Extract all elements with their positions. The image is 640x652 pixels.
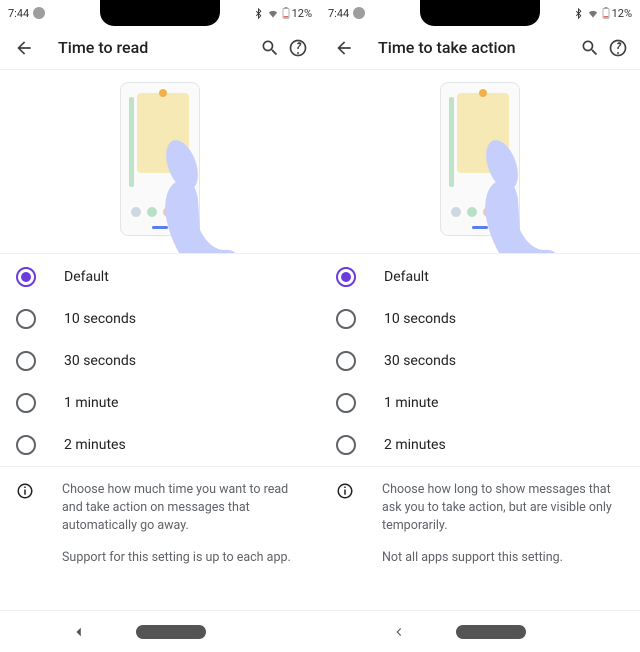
bluetooth-icon [573, 8, 584, 19]
option-default[interactable]: Default [320, 256, 640, 298]
info-desc: Choose how long to show messages that as… [382, 481, 624, 535]
option-10s[interactable]: 10 seconds [320, 298, 640, 340]
hand-icon [150, 130, 300, 254]
hand-icon [470, 130, 620, 254]
info-block: Choose how long to show messages that as… [320, 467, 640, 568]
app-bar: Time to take action [320, 26, 640, 70]
back-button[interactable] [330, 34, 358, 62]
radio-icon [336, 435, 356, 455]
info-sub: Not all apps support this setting. [382, 549, 624, 567]
option-label: 1 minute [64, 395, 118, 411]
help-icon [288, 38, 308, 58]
radio-icon [336, 309, 356, 329]
status-bar: 7:44 12% [0, 0, 320, 26]
info-sub: Support for this setting is up to each a… [62, 549, 304, 567]
system-nav-bar [320, 610, 640, 652]
option-label: 10 seconds [384, 311, 456, 327]
option-label: 30 seconds [64, 353, 136, 369]
nav-home-pill[interactable] [136, 625, 206, 639]
option-label: Default [64, 269, 109, 285]
radio-icon [336, 351, 356, 371]
battery-percent: 12% [612, 7, 632, 20]
search-icon [580, 38, 600, 58]
display-notch [420, 0, 540, 26]
option-2m[interactable]: 2 minutes [320, 424, 640, 466]
page-title: Time to read [58, 38, 256, 57]
search-button[interactable] [256, 34, 284, 62]
radio-icon [16, 351, 36, 371]
back-button[interactable] [10, 34, 38, 62]
status-clock: 7:44 [328, 7, 349, 20]
nav-home-pill[interactable] [456, 625, 526, 639]
options-list: Default 10 seconds 30 seconds 1 minute 2… [320, 254, 640, 467]
radio-icon [16, 267, 36, 287]
option-1m[interactable]: 1 minute [320, 382, 640, 424]
radio-icon [16, 393, 36, 413]
help-button[interactable] [284, 34, 312, 62]
arrow-back-icon [14, 38, 34, 58]
radio-icon [16, 435, 36, 455]
radio-icon [336, 393, 356, 413]
option-label: 1 minute [384, 395, 438, 411]
notification-dot-icon [353, 7, 365, 19]
radio-icon [16, 309, 36, 329]
option-label: 10 seconds [64, 311, 136, 327]
radio-icon [336, 267, 356, 287]
option-default[interactable]: Default [0, 256, 320, 298]
page-title: Time to take action [378, 38, 576, 57]
battery-icon [602, 7, 610, 19]
battery-percent: 12% [292, 7, 312, 20]
option-2m[interactable]: 2 minutes [0, 424, 320, 466]
screen-time-to-read: 7:44 12% Time to read [0, 0, 320, 652]
info-icon [16, 482, 34, 500]
hero-illustration [0, 70, 320, 254]
search-button[interactable] [576, 34, 604, 62]
option-label: 2 minutes [64, 437, 126, 453]
arrow-back-icon [334, 38, 354, 58]
option-10s[interactable]: 10 seconds [0, 298, 320, 340]
options-list: Default 10 seconds 30 seconds 1 minute 2… [0, 254, 320, 467]
option-label: 30 seconds [384, 353, 456, 369]
help-button[interactable] [604, 34, 632, 62]
option-30s[interactable]: 30 seconds [0, 340, 320, 382]
nav-back-button[interactable] [392, 625, 406, 639]
wifi-icon [586, 8, 600, 19]
option-1m[interactable]: 1 minute [0, 382, 320, 424]
search-icon [260, 38, 280, 58]
status-clock: 7:44 [8, 7, 29, 20]
screen-time-to-take-action: 7:44 12% Time to take action [320, 0, 640, 652]
notification-dot-icon [33, 7, 45, 19]
bluetooth-icon [253, 8, 264, 19]
system-nav-bar [0, 610, 320, 652]
status-bar: 7:44 12% [320, 0, 640, 26]
option-30s[interactable]: 30 seconds [320, 340, 640, 382]
nav-back-button[interactable] [72, 625, 86, 639]
option-label: 2 minutes [384, 437, 446, 453]
hero-illustration [320, 70, 640, 254]
help-icon [608, 38, 628, 58]
info-icon [336, 482, 354, 500]
app-bar: Time to read [0, 26, 320, 70]
display-notch [100, 0, 220, 26]
option-label: Default [384, 269, 429, 285]
info-desc: Choose how much time you want to read an… [62, 481, 304, 535]
battery-icon [282, 7, 290, 19]
wifi-icon [266, 8, 280, 19]
info-block: Choose how much time you want to read an… [0, 467, 320, 568]
